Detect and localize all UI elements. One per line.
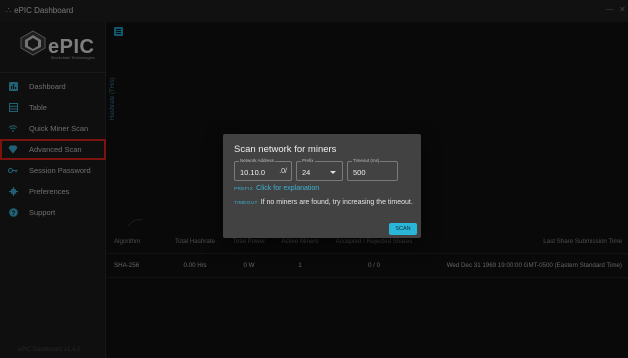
timeout-help: TIMEOUT If no miners are found, try incre… <box>234 199 413 206</box>
timeout-value[interactable]: 500 <box>353 168 366 177</box>
network-address-value[interactable]: 10.10.0 <box>240 168 265 177</box>
prefix-select[interactable]: Prefix 24 <box>296 158 343 181</box>
timeout-field[interactable]: Timeout (ms) 500 <box>347 158 398 181</box>
prefix-explanation-link[interactable]: Click for explanation <box>256 185 319 192</box>
timeout-label: Timeout (ms) <box>352 158 381 164</box>
timeout-help-text: If no miners are found, try increasing t… <box>260 199 413 206</box>
prefix-label: Prefix <box>301 158 315 164</box>
prefix-help: PREFIX Click for explanation <box>234 185 319 192</box>
chevron-down-icon[interactable] <box>330 171 336 174</box>
dialog-title: Scan network for miners <box>234 144 337 155</box>
prefix-tag: PREFIX <box>234 187 254 192</box>
network-address-field[interactable]: Network Address 10.10.0 .0/ <box>234 158 292 181</box>
scan-dialog: Scan network for miners Network Address … <box>223 134 421 238</box>
scan-button[interactable]: SCAN <box>389 223 417 235</box>
prefix-value: 24 <box>302 168 311 177</box>
timeout-tag: TIMEOUT <box>234 201 258 206</box>
network-address-suffix: .0/ <box>279 168 287 175</box>
network-address-label: Network Address <box>239 158 276 164</box>
